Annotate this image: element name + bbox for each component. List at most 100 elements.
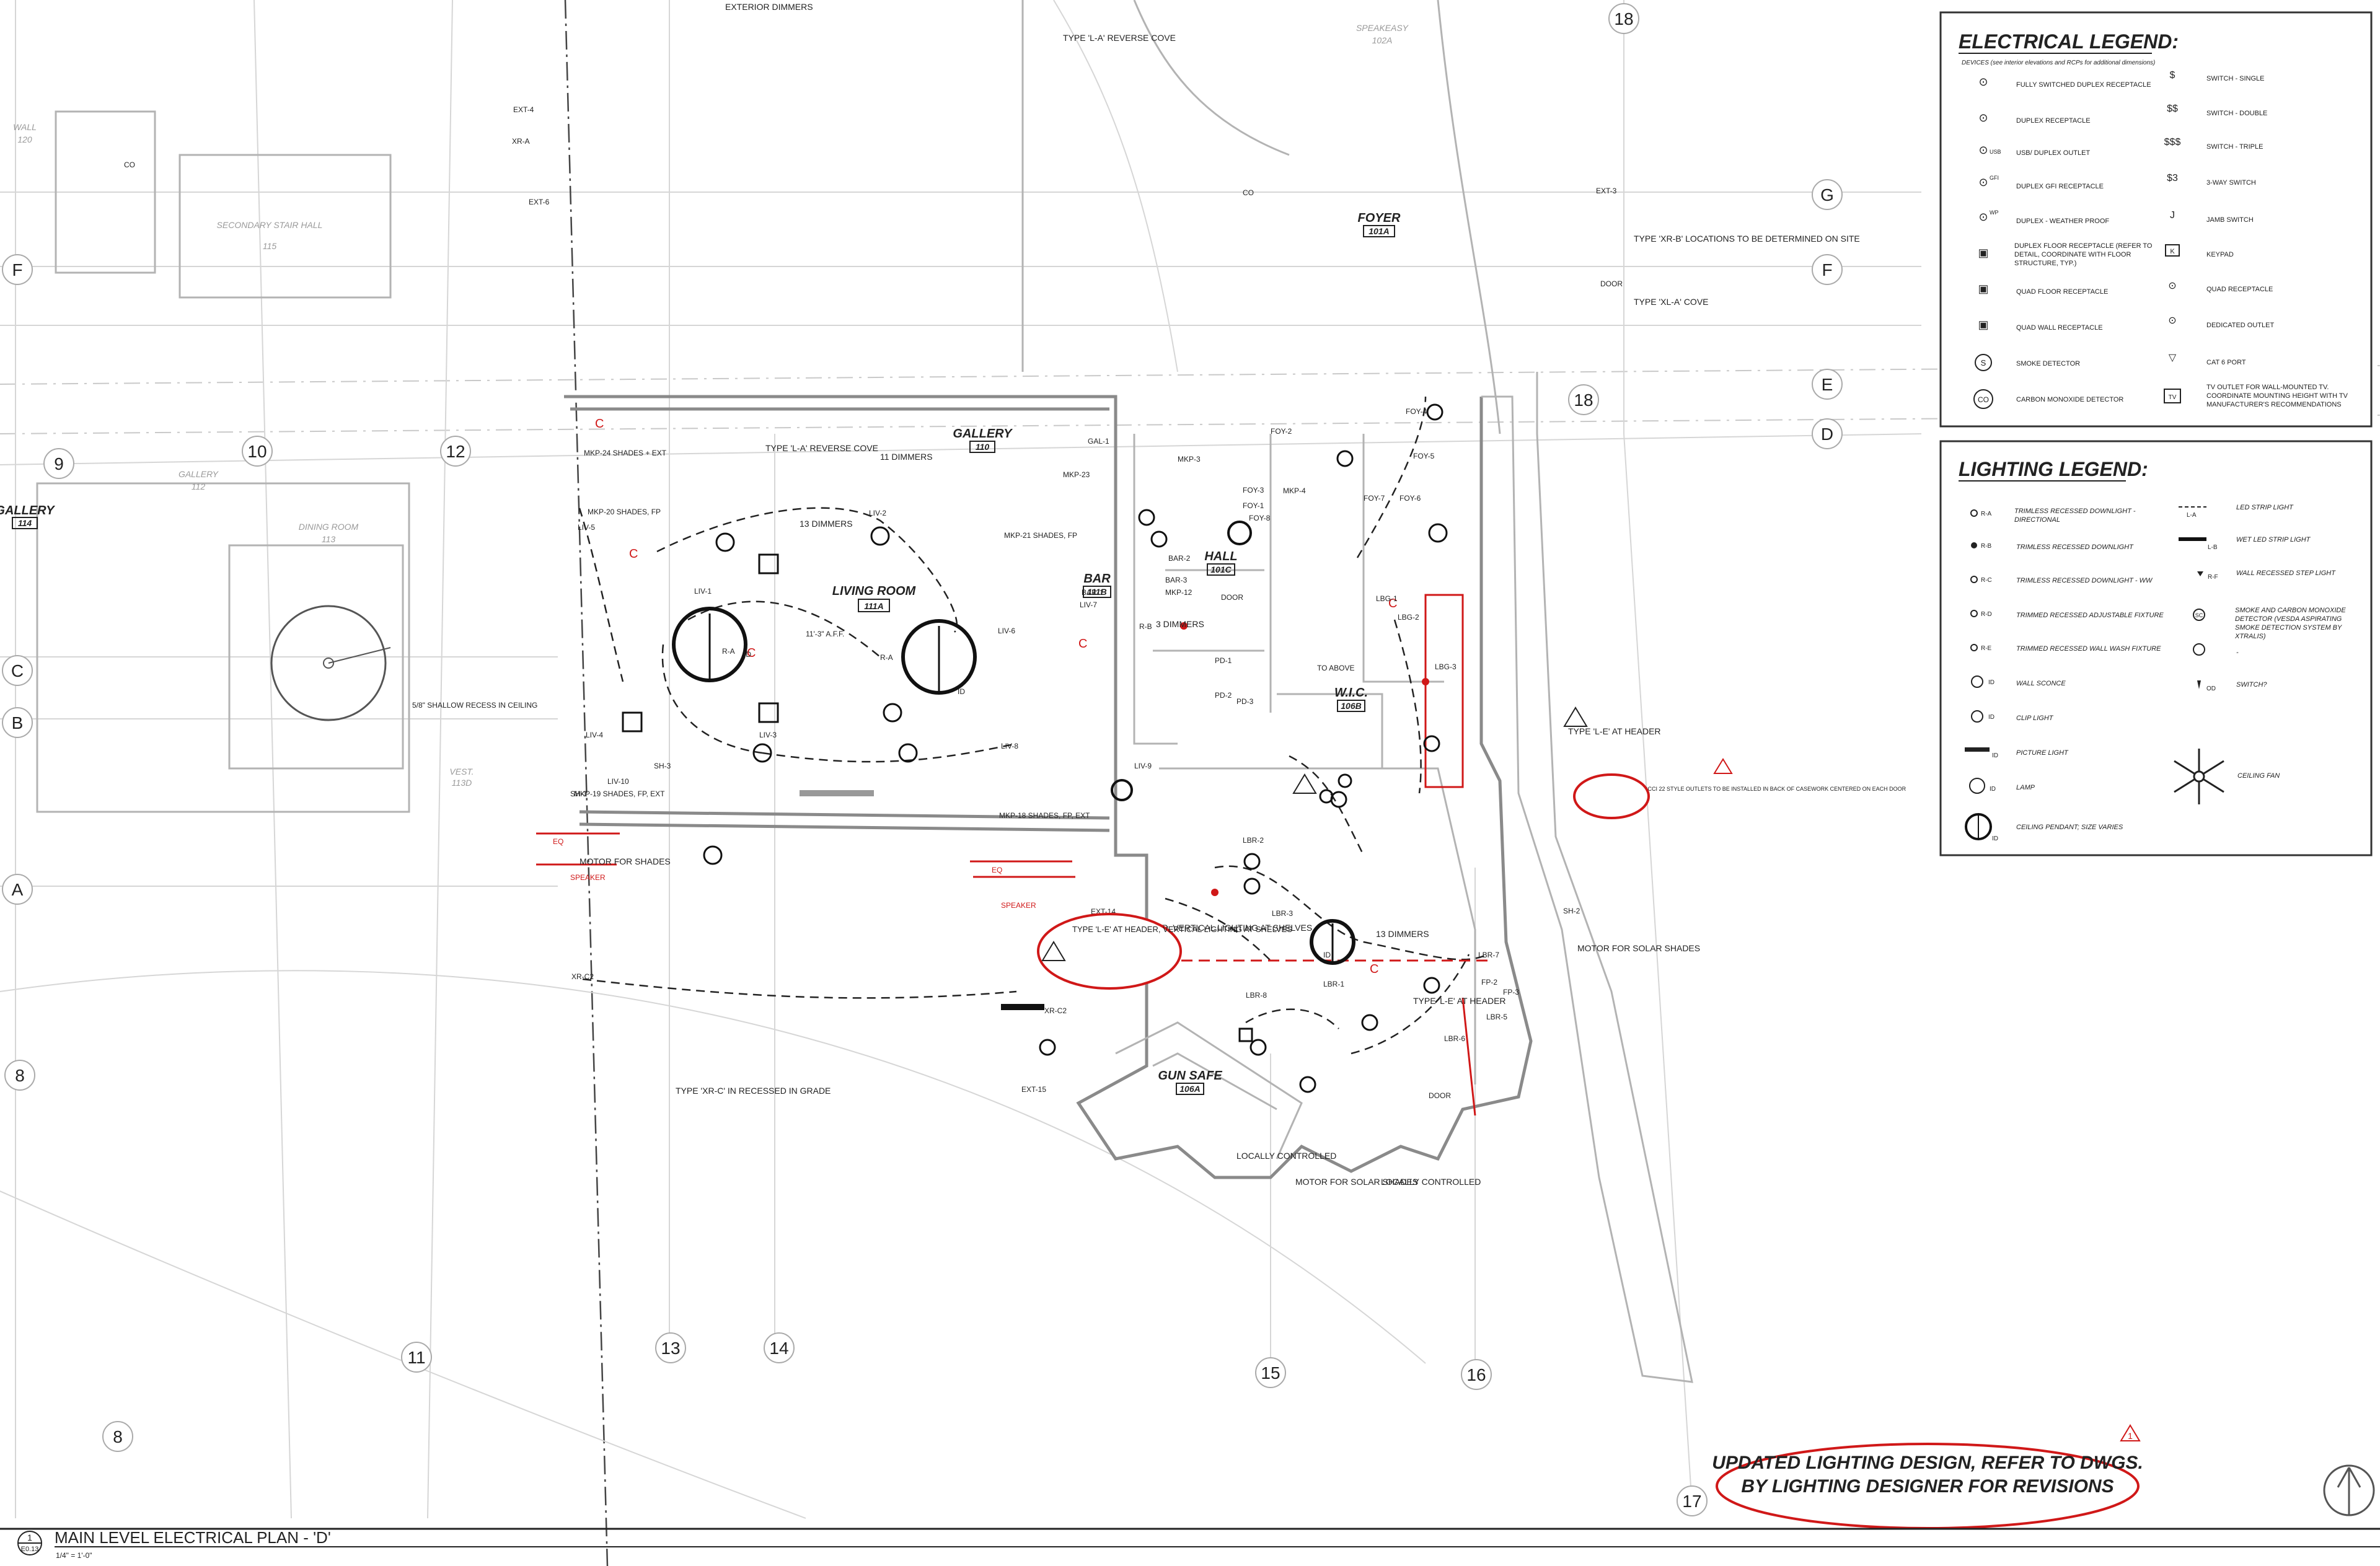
svg-text:⊙: ⊙	[1978, 112, 1988, 124]
svg-text:SH-3: SH-3	[654, 762, 671, 770]
svg-text:F: F	[1822, 260, 1832, 279]
svg-text:TO ABOVE: TO ABOVE	[1317, 664, 1354, 672]
svg-text:106B: 106B	[1341, 701, 1361, 711]
svg-text:GALLERY: GALLERY	[0, 504, 55, 517]
svg-text:3 DIMMERS: 3 DIMMERS	[1156, 619, 1204, 629]
svg-text:ID: ID	[1992, 835, 1998, 842]
svg-text:10: 10	[247, 442, 267, 461]
svg-text:ID: ID	[1988, 679, 1994, 686]
svg-text:13 DIMMERS: 13 DIMMERS	[800, 519, 853, 529]
svg-text:XR-C2: XR-C2	[571, 972, 594, 981]
svg-text:SWITCH?: SWITCH?	[2236, 681, 2267, 688]
revision-note-line2: BY LIGHTING DESIGNER FOR REVISIONS	[1741, 1476, 2113, 1497]
svg-text:QUAD FLOOR RECEPTACLE: QUAD FLOOR RECEPTACLE	[2016, 288, 2108, 296]
svg-text:DUPLEX RECEPTACLE: DUPLEX RECEPTACLE	[2016, 117, 2091, 125]
revision-marks: C C C C C C C	[536, 417, 1488, 1116]
svg-text:TYPE 'XR-B' LOCATIONS TO BE DE: TYPE 'XR-B' LOCATIONS TO BE DETERMINED O…	[1634, 234, 1860, 244]
svg-text:LBR-2: LBR-2	[1243, 836, 1264, 845]
svg-text:USB/ DUPLEX OUTLET: USB/ DUPLEX OUTLET	[2016, 149, 2090, 157]
legend-label: TV OUTLET FOR WALL-MOUNTED TV. COORDINAT…	[2206, 384, 2348, 408]
svg-text:LIV-9: LIV-9	[1134, 762, 1152, 770]
svg-text:MKP-24 SHADES + EXT: MKP-24 SHADES + EXT	[584, 449, 667, 457]
grid-bubble: 16	[1461, 1359, 1492, 1390]
svg-text:BAR-3: BAR-3	[1165, 576, 1188, 584]
svg-text:DEVICES (see interior elevatio: DEVICES (see interior elevations and RCP…	[1962, 59, 2155, 66]
svg-text:MKP-21 SHADES, FP: MKP-21 SHADES, FP	[1004, 531, 1077, 540]
svg-text:TYPE 'L-A' REVERSE COVE: TYPE 'L-A' REVERSE COVE	[1063, 33, 1176, 43]
svg-text:17: 17	[1682, 1492, 1701, 1511]
svg-text:106A: 106A	[1179, 1084, 1200, 1094]
grid-bubble: 12	[440, 436, 471, 467]
svg-text:DOOR: DOOR	[1429, 1091, 1451, 1100]
grid-bubble: 8	[102, 1421, 133, 1452]
svg-text:1: 1	[2128, 1431, 2133, 1441]
svg-text:LIV-6: LIV-6	[998, 627, 1015, 635]
svg-text:FOY-7: FOY-7	[1364, 494, 1385, 503]
svg-text:LIV-2: LIV-2	[869, 509, 886, 517]
svg-text:5/8" SHALLOW RECESS IN CEILING: 5/8" SHALLOW RECESS IN CEILING	[412, 701, 537, 710]
svg-text:▣: ▣	[1978, 283, 1988, 295]
svg-text:TRIMMED RECESSED WALL WASH FIX: TRIMMED RECESSED WALL WASH FIXTURE	[2016, 645, 2161, 653]
title-block: 1 E0.13 MAIN LEVEL ELECTRICAL PLAN - 'D'…	[0, 1528, 2380, 1560]
svg-text:11: 11	[407, 1348, 425, 1367]
svg-text:GUN SAFE: GUN SAFE	[1158, 1069, 1222, 1083]
svg-text:BAR-2: BAR-2	[1168, 554, 1191, 563]
building-outline	[564, 372, 1693, 1383]
svg-text:15: 15	[1261, 1363, 1280, 1383]
svg-text:LOCALLY CONTROLLED: LOCALLY CONTROLLED	[1236, 1151, 1336, 1161]
svg-text:GAL-1: GAL-1	[1088, 437, 1109, 446]
svg-text:LIV-5: LIV-5	[578, 523, 595, 532]
svg-text:EXT-15: EXT-15	[1021, 1085, 1046, 1094]
grid-bubble: B	[2, 707, 33, 738]
svg-text:MKP-18 SHADES, FP, EXT: MKP-18 SHADES, FP, EXT	[999, 811, 1090, 820]
svg-text:SH-1: SH-1	[570, 790, 588, 798]
svg-text:LBG-3: LBG-3	[1435, 662, 1457, 671]
svg-text:EXT-4: EXT-4	[513, 105, 534, 114]
svg-text:LIV-4: LIV-4	[586, 731, 603, 739]
svg-text:11'-3" A.F.F.: 11'-3" A.F.F.	[806, 630, 844, 638]
svg-text:14: 14	[769, 1339, 788, 1358]
svg-text:G: G	[1820, 185, 1834, 205]
svg-text:S: S	[1981, 358, 1986, 367]
grid-bubble: D	[1812, 418, 1843, 449]
svg-text:R-A: R-A	[722, 647, 735, 656]
svg-text:LBR-3: LBR-3	[1272, 909, 1293, 918]
svg-text:SC: SC	[2195, 612, 2203, 618]
grid-bubble: 17	[1677, 1485, 1708, 1516]
svg-text:SPEAKER: SPEAKER	[1001, 901, 1036, 910]
svg-text:R-B: R-B	[1139, 622, 1152, 631]
svg-text:112: 112	[192, 482, 206, 491]
svg-text:DEDICATED OUTLET: DEDICATED OUTLET	[2206, 322, 2274, 329]
svg-text:C: C	[629, 547, 638, 561]
electrical-legend: ELECTRICAL LEGEND: DEVICES (see interior…	[1939, 11, 2373, 428]
svg-text:SWITCH - SINGLE: SWITCH - SINGLE	[2206, 75, 2265, 82]
svg-text:OD: OD	[2206, 685, 2216, 692]
svg-text:113: 113	[322, 534, 336, 544]
svg-text:MKP-19 SHADES, FP, EXT: MKP-19 SHADES, FP, EXT	[574, 790, 665, 798]
svg-text:SWITCH - TRIPLE: SWITCH - TRIPLE	[2206, 143, 2263, 151]
svg-text:MKP-23: MKP-23	[1063, 470, 1090, 479]
svg-text:WALL SCONCE: WALL SCONCE	[2016, 680, 2066, 687]
svg-text:LOCALLY CONTROLLED: LOCALLY CONTROLLED	[1381, 1177, 1481, 1187]
svg-text:F: F	[12, 260, 22, 279]
svg-text:R-A: R-A	[1981, 511, 1992, 517]
grid-bubble: E	[1812, 369, 1843, 400]
svg-text:BAR: BAR	[1083, 572, 1111, 586]
svg-text:MOTOR FOR SOLAR SHADES: MOTOR FOR SOLAR SHADES	[1577, 943, 1700, 953]
svg-text:SMOKE DETECTOR: SMOKE DETECTOR	[2016, 360, 2080, 367]
svg-text:$: $	[2170, 70, 2175, 81]
grid-bubble: 10	[242, 436, 273, 467]
svg-text:11 DIMMERS: 11 DIMMERS	[880, 452, 933, 462]
svg-text:C: C	[595, 417, 604, 431]
svg-text:LBR-1: LBR-1	[1323, 980, 1344, 988]
svg-text:B: B	[12, 713, 24, 732]
room-labels-faint: GALLERY 112 DINING ROOM 113 SECONDARY ST…	[13, 23, 1409, 788]
revision-note: UPDATED LIGHTING DESIGN, REFER TO DWGS. …	[1712, 1424, 2143, 1529]
svg-text:E: E	[1822, 375, 1833, 394]
svg-text:K: K	[2170, 248, 2175, 255]
svg-text:EXT-6: EXT-6	[529, 198, 550, 206]
svg-text:USB: USB	[1990, 149, 2001, 155]
svg-text:DUPLEX GFI RECEPTACLE: DUPLEX GFI RECEPTACLE	[2016, 183, 2104, 190]
drawing-title: MAIN LEVEL ELECTRICAL PLAN - 'D'	[55, 1528, 331, 1547]
svg-text:CAT 6 PORT: CAT 6 PORT	[2206, 359, 2246, 366]
